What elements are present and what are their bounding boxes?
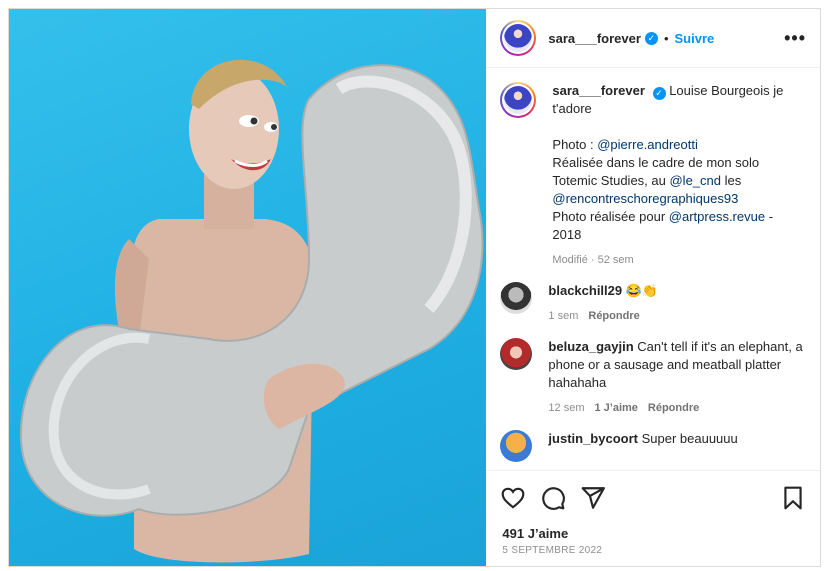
- caption-line: Réalisée dans le cadre de mon solo: [552, 155, 760, 170]
- separator-dot: •: [663, 30, 669, 46]
- comment-body: 😂👏: [625, 283, 659, 298]
- caption-username[interactable]: sara___forever: [552, 83, 645, 98]
- reply-button[interactable]: Répondre: [648, 402, 699, 414]
- caption-line: Photo réalisée pour: [552, 209, 666, 224]
- comment-username[interactable]: beluza_gayjin: [548, 339, 633, 354]
- author-avatar[interactable]: [500, 20, 537, 56]
- comment: justin_bycoort Super beauuuuu: [500, 430, 806, 462]
- comment: blackchill29 😂👏 1 sem Répondre: [500, 282, 806, 322]
- mention-link[interactable]: @rencontreschoregraphiques93: [552, 191, 738, 206]
- comment-text: justin_bycoort Super beauuuuu: [548, 430, 737, 462]
- caption-avatar[interactable]: [500, 82, 537, 118]
- verified-icon: ✓: [644, 31, 658, 45]
- caption-text: sara___forever ✓ Louise Bourgeois je t'a…: [552, 82, 806, 244]
- commenter-avatar[interactable]: [500, 430, 533, 462]
- likes-count[interactable]: 491 J’aime: [486, 524, 820, 541]
- heart-icon[interactable]: [500, 485, 526, 511]
- comment: beluza_gayjin Can't tell if it's an elep…: [500, 338, 806, 414]
- commenter-avatar[interactable]: [500, 338, 533, 370]
- share-icon[interactable]: [580, 485, 606, 511]
- caption: sara___forever ✓ Louise Bourgeois je t'a…: [500, 82, 806, 266]
- caption-line: 2018: [552, 227, 582, 242]
- comment-text: beluza_gayjin Can't tell if it's an elep…: [548, 338, 806, 392]
- comment-username[interactable]: blackchill29: [548, 283, 622, 298]
- comment-meta: 1 sem Répondre: [548, 310, 658, 322]
- post-modal: sara___forever ✓ • Suivre ••• sara___for…: [8, 8, 821, 567]
- comments-scroll-area[interactable]: sara___forever ✓ Louise Bourgeois je t'a…: [486, 68, 820, 470]
- post-header: sara___forever ✓ • Suivre •••: [486, 9, 820, 68]
- verified-icon: ✓: [652, 86, 666, 100]
- comment-time: 1 sem: [548, 310, 579, 322]
- mention-link[interactable]: @artpress.revue: [669, 209, 765, 224]
- comment-text: blackchill29 😂👏: [548, 282, 658, 300]
- post-photo[interactable]: [9, 9, 487, 566]
- post-date: 5 SEPTEMBRE 2022: [502, 545, 603, 556]
- comment-icon[interactable]: [540, 485, 566, 511]
- reply-button[interactable]: Répondre: [588, 310, 639, 322]
- comment-meta: 12 sem 1 J’aime Répondre: [548, 402, 806, 414]
- more-options-icon[interactable]: •••: [784, 28, 806, 49]
- caption-photo-label: Photo :: [552, 137, 594, 152]
- comment-username[interactable]: justin_bycoort: [548, 431, 638, 446]
- caption-line: les: [724, 173, 742, 188]
- follow-button[interactable]: Suivre: [675, 31, 715, 46]
- mention-link[interactable]: @le_cnd: [669, 173, 721, 188]
- comment-likes[interactable]: 1 J’aime: [594, 402, 637, 414]
- commenter-avatar[interactable]: [500, 282, 533, 314]
- action-bar: [486, 470, 820, 524]
- caption-line: -: [768, 209, 774, 224]
- bookmark-icon[interactable]: [780, 485, 806, 511]
- caption-meta: Modifié · 52 sem: [552, 254, 634, 266]
- comment-time: 12 sem: [548, 402, 585, 414]
- mention-link[interactable]: @pierre.andreotti: [597, 137, 698, 152]
- caption-line: Totemic Studies, au: [552, 173, 666, 188]
- post-photo-illustration: [19, 59, 484, 563]
- post-panel: sara___forever ✓ • Suivre ••• sara___for…: [486, 9, 820, 566]
- author-username[interactable]: sara___forever: [548, 31, 641, 46]
- comment-body: Super beauuuuu: [641, 431, 738, 446]
